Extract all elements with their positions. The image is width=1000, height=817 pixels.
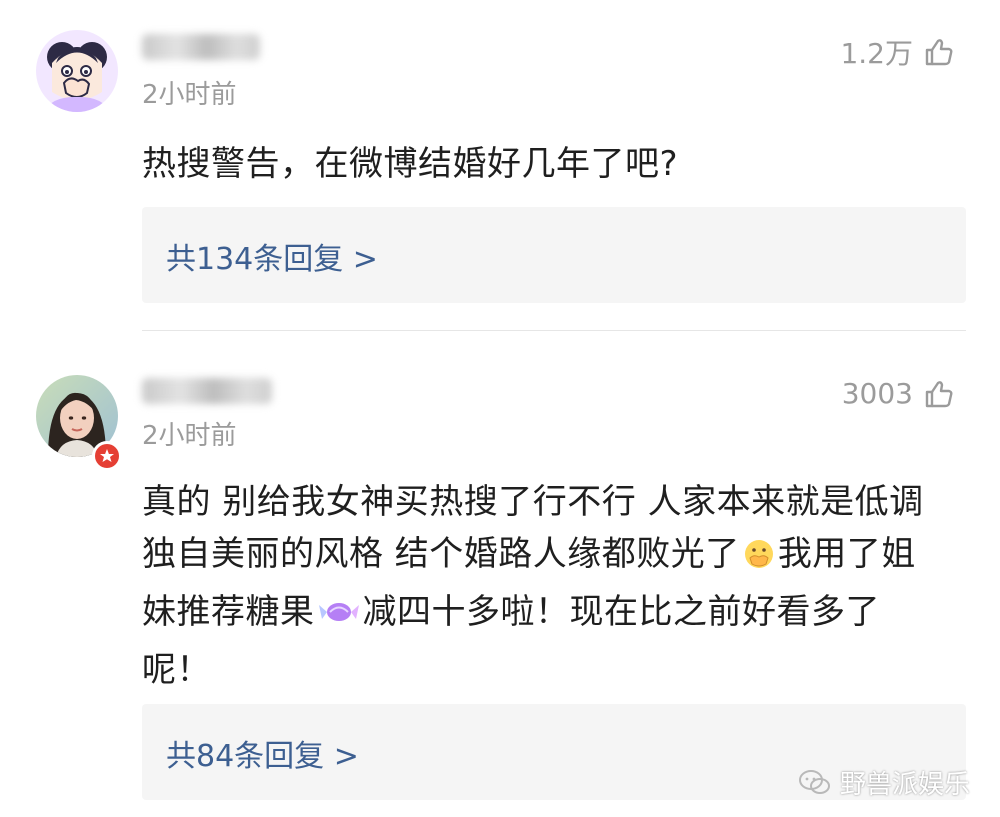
comment-item: 2小时前 3003 真的 别给我女神买热搜了行不行 人家本来就是低调独自美丽的风… bbox=[0, 331, 1000, 817]
like-button[interactable]: 3003 bbox=[842, 377, 955, 410]
reply-summary[interactable]: 共134条回复 > bbox=[142, 207, 966, 303]
like-button[interactable]: 1.2万 bbox=[840, 32, 955, 72]
like-count: 3003 bbox=[841, 377, 913, 410]
comment-time: 2小时前 bbox=[142, 421, 237, 451]
comment-item: 2小时前 1.2万 热搜警告，在微博结婚好几年了吧? 共134条回复 > bbox=[0, 0, 1000, 330]
reply-count-link[interactable]: 共84条回复 > bbox=[166, 742, 359, 772]
star-icon bbox=[100, 449, 114, 462]
comment-time: 2小时前 bbox=[142, 80, 237, 110]
reply-count-link[interactable]: 共134条回复 > bbox=[166, 245, 378, 275]
cartoon-girl-avatar-icon bbox=[36, 30, 118, 112]
comment-text: 热搜警告，在微博结婚好几年了吧? bbox=[142, 144, 679, 184]
comment-text: 真的 别给我女神买热搜了行不行 人家本来就是低调独自美丽的风格 结个婚路人缘都败… bbox=[142, 476, 944, 696]
username-blurred[interactable] bbox=[142, 378, 272, 404]
thumbs-up-icon bbox=[925, 39, 953, 66]
like-count: 1.2万 bbox=[840, 37, 913, 70]
username-blurred[interactable] bbox=[142, 34, 260, 60]
verified-badge bbox=[92, 441, 122, 471]
wechat-icon bbox=[798, 769, 830, 794]
user-avatar[interactable] bbox=[36, 30, 118, 112]
thumbs-up-icon bbox=[925, 380, 953, 407]
watermark-text: 野兽派娱乐 bbox=[839, 770, 970, 800]
watermark: 野兽派娱乐 bbox=[798, 764, 970, 801]
cover-mouth-emoji-icon bbox=[742, 534, 776, 586]
weibo-comment-screenshot: 2小时前 1.2万 热搜警告，在微博结婚好几年了吧? 共134条回复 > 2小时… bbox=[0, 0, 1000, 817]
candy-emoji-icon bbox=[317, 592, 361, 644]
